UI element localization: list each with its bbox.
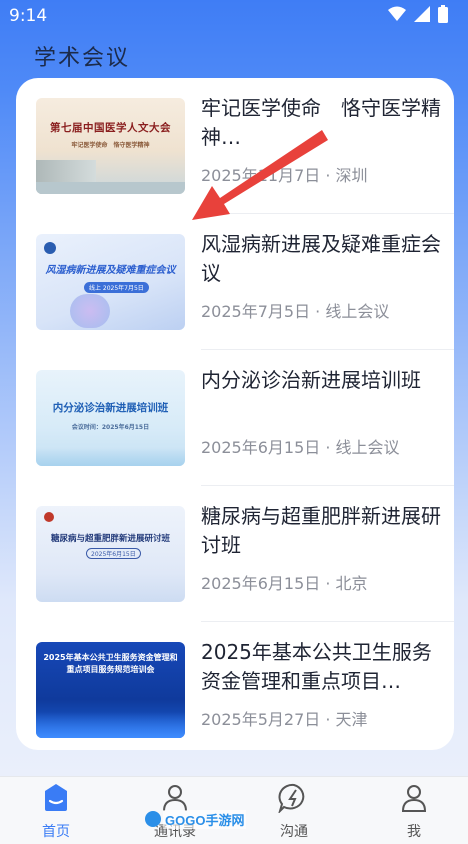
profile-icon <box>401 785 427 812</box>
thumbnail-title: 糖尿病与超重肥胖新进展研讨班 <box>50 534 170 544</box>
conference-title: 2025年基本公共卫生服务资金管理和重点项目… <box>201 640 432 693</box>
thumbnail-subtitle: 牢记医学使命 恪守医学精神 <box>71 142 150 149</box>
conference-thumbnail: 第七届中国医学人文大会 牢记医学使命 恪守医学精神 <box>36 98 185 194</box>
tab-chat-label: 沟通 <box>280 824 308 840</box>
conference-title: 内分泌诊治新进展培训班 <box>201 368 421 392</box>
conference-meta: 2025年6月15日 · 线上会议 <box>201 438 400 457</box>
signal-icon <box>414 6 430 22</box>
page-title: 学术会议 <box>34 46 131 71</box>
conference-title: 风湿病新进展及疑难重症会议 <box>201 232 441 285</box>
list-item[interactable]: 风湿病新进展及疑难重症会议 线上 2025年7月5日 风湿病新进展及疑难重症会议… <box>16 214 454 349</box>
chat-icon <box>277 783 305 815</box>
conference-thumbnail: 内分泌诊治新进展培训班 会议时间：2025年6月15日 <box>36 370 185 466</box>
thumbnail-subtitle: 会议时间：2025年6月15日 <box>71 424 150 431</box>
status-icons <box>388 5 448 23</box>
conference-thumbnail: 糖尿病与超重肥胖新进展研讨班 2025年6月15日 <box>36 506 185 602</box>
tab-profile[interactable]: 我 <box>374 783 454 841</box>
status-time: 9:14 <box>9 6 48 26</box>
list-item[interactable]: 内分泌诊治新进展培训班 会议时间：2025年6月15日 内分泌诊治新进展培训班 … <box>16 350 454 485</box>
thumbnail-title: 风湿病新进展及疑难重症会议 <box>45 265 176 276</box>
watermark-text: GOGO手游网 <box>163 809 247 829</box>
list-item[interactable]: 2025年基本公共卫生服务资金管理和重点项目服务规范培训会 2025年基本公共卫… <box>16 622 454 750</box>
conference-title: 糖尿病与超重肥胖新进展研讨班 <box>201 504 441 557</box>
status-bar: 9:14 <box>0 0 468 34</box>
list-item[interactable]: 糖尿病与超重肥胖新进展研讨班 2025年6月15日 糖尿病与超重肥胖新进展研讨班… <box>16 486 454 621</box>
annotation-arrow-icon <box>192 130 328 220</box>
thumbnail-title: 第七届中国医学人文大会 <box>50 122 171 134</box>
thumbnail-title: 内分泌诊治新进展培训班 <box>52 402 169 414</box>
tab-profile-label: 我 <box>407 824 421 840</box>
conference-thumbnail: 2025年基本公共卫生服务资金管理和重点项目服务规范培训会 <box>36 642 185 738</box>
tab-chat[interactable]: 沟通 <box>254 783 334 841</box>
tab-home[interactable]: 首页 <box>16 783 96 841</box>
conference-meta: 2025年7月5日 · 线上会议 <box>201 302 390 321</box>
battery-icon <box>438 5 448 23</box>
conference-meta: 2025年5月27日 · 天津 <box>201 710 368 729</box>
thumbnail-subtitle: 线上 2025年7月5日 <box>84 282 149 293</box>
thumbnail-subtitle: 2025年6月15日 <box>86 548 141 559</box>
thumbnail-title: 2025年基本公共卫生服务资金管理和重点项目服务规范培训会 <box>43 653 178 674</box>
watermark: GOGO手游网 <box>145 808 247 830</box>
home-icon <box>45 784 67 811</box>
conference-meta: 2025年6月15日 · 北京 <box>201 574 368 593</box>
tab-home-label: 首页 <box>42 824 70 840</box>
conference-thumbnail: 风湿病新进展及疑难重症会议 线上 2025年7月5日 <box>36 234 185 330</box>
wifi-icon <box>388 6 406 21</box>
